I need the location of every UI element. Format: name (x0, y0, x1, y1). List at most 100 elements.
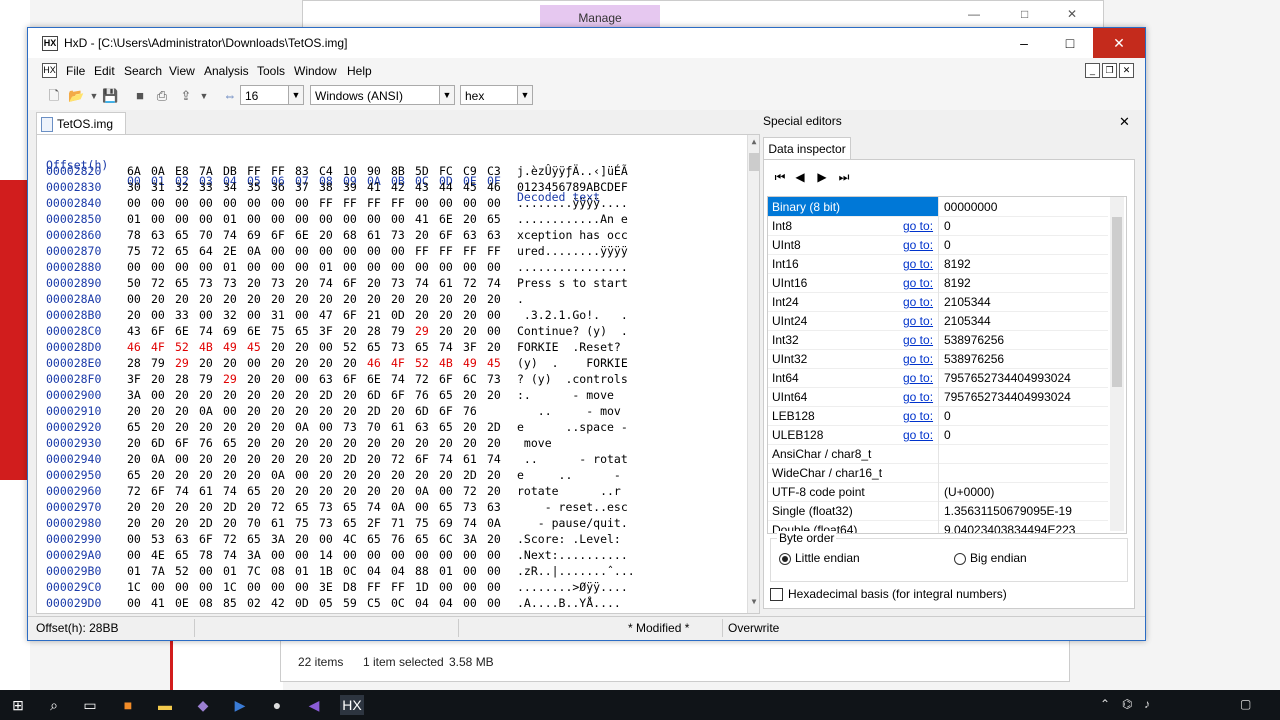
hex-byte[interactable]: 00 (439, 259, 453, 275)
hex-byte[interactable]: 74 (367, 499, 381, 515)
hex-byte[interactable]: 02 (247, 595, 261, 611)
hex-byte[interactable]: 63 (151, 227, 165, 243)
hex-byte[interactable]: 00 (127, 291, 141, 307)
decoded-text[interactable]: move (517, 435, 552, 451)
hex-byte[interactable]: 20 (319, 227, 333, 243)
hex-byte[interactable]: 2D (343, 451, 357, 467)
decoded-text[interactable]: ? (y) .controls (517, 371, 628, 387)
goto-link[interactable]: go to: (903, 295, 933, 309)
hex-byte[interactable]: 00 (463, 579, 477, 595)
hex-byte[interactable]: 20 (487, 387, 501, 403)
bytes-per-row-select[interactable]: 16 ▼ (240, 85, 304, 105)
hex-byte[interactable]: 00 (247, 355, 261, 371)
hex-byte[interactable]: 20 (127, 499, 141, 515)
hex-byte[interactable]: 72 (151, 275, 165, 291)
goto-link[interactable]: go to: (903, 238, 933, 252)
goto-link[interactable]: go to: (903, 352, 933, 366)
hex-byte[interactable]: 64 (199, 243, 213, 259)
hex-byte[interactable]: 20 (391, 435, 405, 451)
decoded-text[interactable]: .3.2.1.Go!. . (517, 307, 628, 323)
last-icon[interactable]: ⏭ (836, 170, 852, 185)
hex-byte[interactable]: FF (439, 243, 453, 259)
hex-byte[interactable]: 0D (391, 307, 405, 323)
inspector-value[interactable]: (U+0000) (944, 485, 994, 499)
hex-byte[interactable]: 65 (175, 227, 189, 243)
hex-byte[interactable]: 01 (223, 563, 237, 579)
hex-byte[interactable]: 00 (199, 307, 213, 323)
hex-byte[interactable]: 65 (295, 323, 309, 339)
hex-byte[interactable]: 0C (343, 563, 357, 579)
hex-byte[interactable]: 53 (151, 531, 165, 547)
little-endian-radio[interactable] (779, 553, 791, 565)
hex-byte[interactable]: 65 (439, 387, 453, 403)
hex-scrollbar[interactable]: ▲ ▼ (747, 135, 759, 613)
hex-byte[interactable]: 04 (391, 563, 405, 579)
hex-byte[interactable]: FF (343, 195, 357, 211)
doc-minimize-icon[interactable]: _ (1085, 63, 1100, 78)
hex-byte[interactable]: 20 (271, 435, 285, 451)
hex-byte[interactable]: 20 (415, 291, 429, 307)
hex-byte[interactable]: 00 (487, 259, 501, 275)
hex-byte[interactable]: 00 (367, 243, 381, 259)
hex-byte[interactable]: 6E (175, 323, 189, 339)
hex-byte[interactable]: 70 (367, 419, 381, 435)
hex-byte[interactable]: DB (223, 163, 237, 179)
hex-byte[interactable]: 65 (415, 339, 429, 355)
hex-byte[interactable]: 72 (463, 275, 477, 291)
hex-byte[interactable]: 20 (487, 483, 501, 499)
hex-byte[interactable]: 72 (463, 483, 477, 499)
hex-byte[interactable]: 0A (151, 451, 165, 467)
goto-link[interactable]: go to: (903, 333, 933, 347)
inspector-row[interactable]: Int16 go to: 8192 (768, 254, 1108, 274)
inspector-row[interactable]: UInt64 go to: 7957652734404993024 (768, 387, 1108, 407)
save-icon[interactable]: 💾 (102, 88, 118, 104)
hex-byte[interactable]: 28 (367, 323, 381, 339)
hex-byte[interactable]: 00 (343, 259, 357, 275)
hex-byte[interactable]: 74 (439, 451, 453, 467)
hex-byte[interactable]: 44 (439, 179, 453, 195)
task-view-icon[interactable]: ▭ (80, 695, 100, 715)
hex-byte[interactable]: 79 (199, 371, 213, 387)
chevron-down-icon[interactable]: ▼ (439, 86, 454, 104)
notifications-icon[interactable]: ▢ (1240, 697, 1251, 711)
hex-byte[interactable]: 00 (175, 211, 189, 227)
hex-byte[interactable]: 00 (247, 195, 261, 211)
hex-byte[interactable]: E8 (175, 163, 189, 179)
hex-byte[interactable]: 20 (319, 483, 333, 499)
hex-byte[interactable]: 50 (127, 275, 141, 291)
hex-byte[interactable]: 00 (223, 403, 237, 419)
hex-byte[interactable]: 20 (199, 419, 213, 435)
hex-byte[interactable]: 20 (367, 483, 381, 499)
hex-byte[interactable]: 0D (295, 595, 309, 611)
hex-byte[interactable]: 20 (367, 275, 381, 291)
hex-byte[interactable]: 2D (223, 499, 237, 515)
hex-byte[interactable]: 00 (463, 259, 477, 275)
hex-byte[interactable]: 0A (199, 403, 213, 419)
hex-byte[interactable]: FC (439, 163, 453, 179)
hex-byte[interactable]: 20 (247, 371, 261, 387)
inspector-value[interactable]: 0 (944, 428, 951, 442)
hex-byte[interactable]: 20 (295, 531, 309, 547)
hex-byte[interactable]: 76 (391, 531, 405, 547)
hex-byte[interactable]: 00 (199, 195, 213, 211)
hex-byte[interactable]: 01 (439, 563, 453, 579)
inspector-value[interactable]: 8192 (944, 276, 971, 290)
hex-byte[interactable]: 21 (367, 307, 381, 323)
hex-byte[interactable]: 00 (151, 387, 165, 403)
hex-byte[interactable]: 63 (415, 419, 429, 435)
hex-byte[interactable]: 20 (175, 515, 189, 531)
hex-byte[interactable]: 01 (319, 259, 333, 275)
hex-byte[interactable]: 20 (343, 467, 357, 483)
decoded-text[interactable]: e ..space - (517, 419, 628, 435)
hex-byte[interactable]: FF (367, 195, 381, 211)
hex-byte[interactable]: 04 (415, 595, 429, 611)
hex-byte[interactable]: 36 (271, 179, 285, 195)
hex-byte[interactable]: 78 (127, 227, 141, 243)
hex-byte[interactable]: 20 (415, 307, 429, 323)
hex-byte[interactable]: 00 (319, 531, 333, 547)
hex-byte[interactable]: 00 (247, 211, 261, 227)
hex-byte[interactable]: 20 (223, 515, 237, 531)
decoded-text[interactable]: ured........ÿÿÿÿ (517, 243, 628, 259)
hex-byte[interactable]: 71 (391, 515, 405, 531)
hex-byte[interactable]: 14 (319, 547, 333, 563)
